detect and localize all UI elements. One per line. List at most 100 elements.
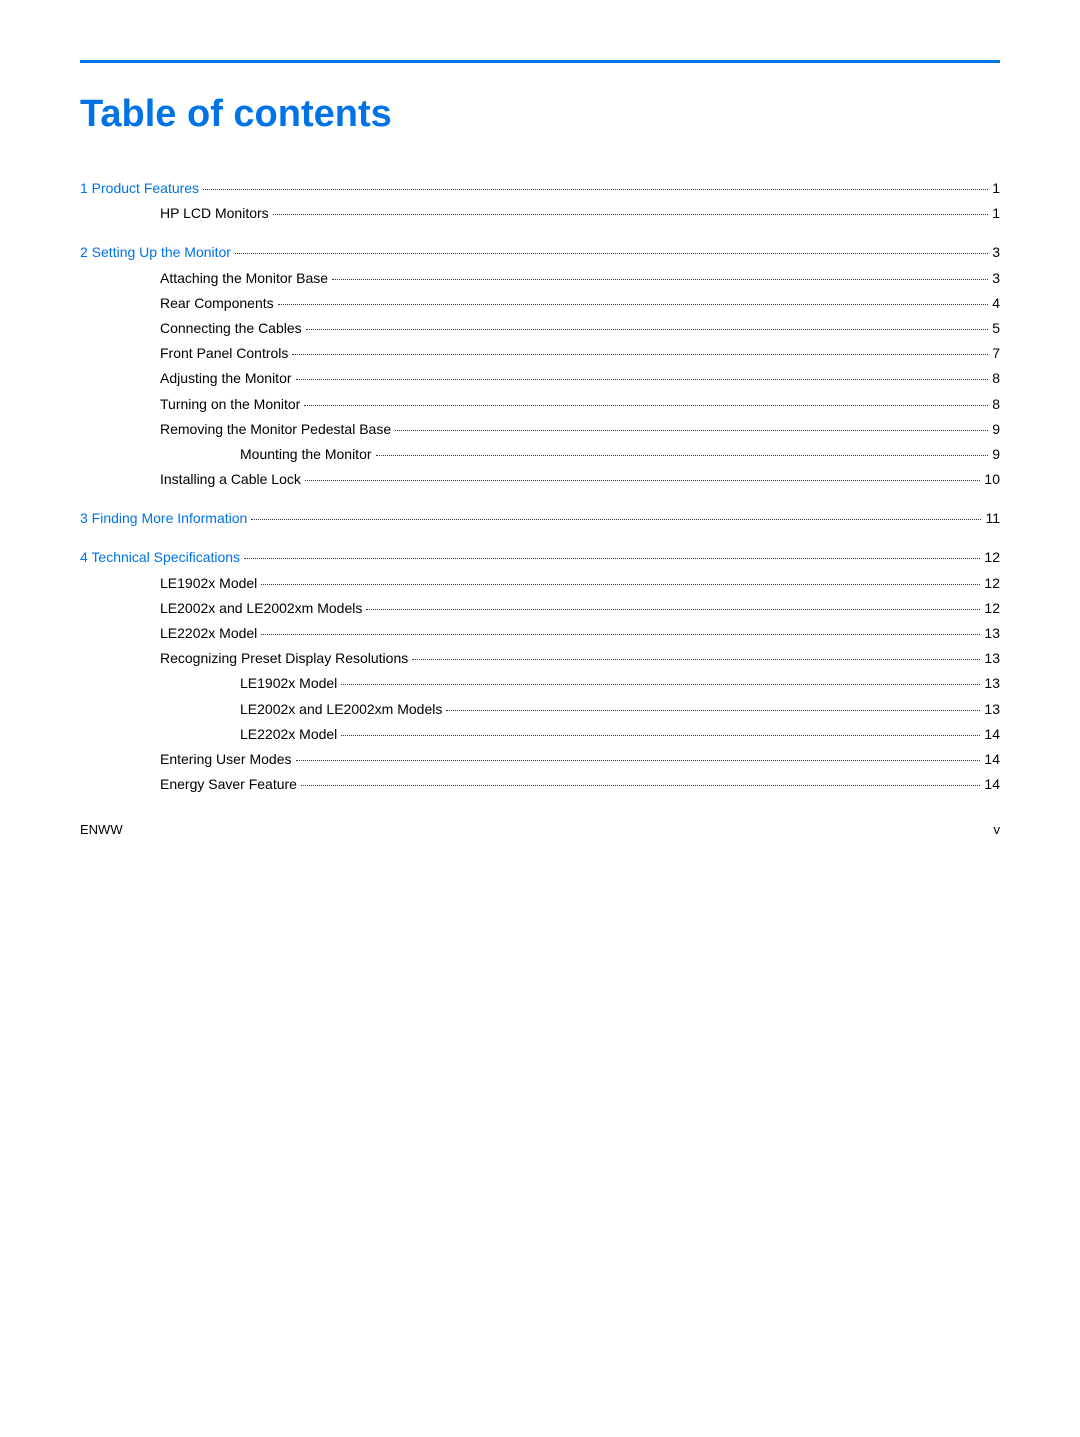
page: Table of contents 1 Product Features1HP … (0, 0, 1080, 877)
toc-page-number: 9 (992, 442, 1000, 467)
toc-dots (296, 379, 989, 380)
toc-page-number: 12 (984, 571, 1000, 596)
toc-page-number: 5 (992, 316, 1000, 341)
toc-page-number: 3 (992, 240, 1000, 265)
toc-dots (305, 480, 981, 481)
toc-label: Turning on the Monitor (160, 392, 300, 417)
toc-entry[interactable]: LE1902x Model 12 (80, 571, 1000, 596)
toc-page-number: 8 (992, 366, 1000, 391)
toc-entry[interactable]: 1 Product Features 1 (80, 176, 1000, 201)
toc-entry[interactable]: LE2002x and LE2002xm Models 12 (80, 596, 1000, 621)
toc-spacer (80, 492, 1000, 506)
footer-left: ENWW (80, 822, 123, 837)
toc-page-number: 3 (992, 266, 1000, 291)
toc-entry[interactable]: 4 Technical Specifications 12 (80, 545, 1000, 570)
toc-label: Removing the Monitor Pedestal Base (160, 417, 391, 442)
toc-dots (292, 354, 988, 355)
toc-label: Recognizing Preset Display Resolutions (160, 646, 408, 671)
toc-label: 4 Technical Specifications (80, 545, 240, 570)
toc-entry[interactable]: LE2202x Model 13 (80, 621, 1000, 646)
toc-dots (203, 189, 988, 190)
toc-dots (273, 214, 989, 215)
toc-label: LE2002x and LE2002xm Models (160, 596, 362, 621)
toc-entry[interactable]: LE2202x Model 14 (80, 722, 1000, 747)
toc-entry[interactable]: Removing the Monitor Pedestal Base 9 (80, 417, 1000, 442)
toc-label: LE2202x Model (160, 621, 257, 646)
toc-page-number: 4 (992, 291, 1000, 316)
toc-entry[interactable]: LE2002x and LE2002xm Models 13 (80, 697, 1000, 722)
toc-container: 1 Product Features 1 HP LCD Monitors 1 2 Set… (80, 176, 1000, 797)
toc-dots (278, 304, 989, 305)
toc-page-number: 12 (984, 545, 1000, 570)
toc-dots (366, 609, 980, 610)
toc-label: Entering User Modes (160, 747, 292, 772)
toc-page-number: 14 (984, 747, 1000, 772)
toc-entry[interactable]: Entering User Modes 14 (80, 747, 1000, 772)
toc-dots (341, 735, 980, 736)
toc-dots (332, 279, 988, 280)
footer-right: v (994, 822, 1001, 837)
toc-page-number: 10 (984, 467, 1000, 492)
toc-dots (304, 405, 988, 406)
toc-dots (301, 785, 980, 786)
toc-label: Adjusting the Monitor (160, 366, 292, 391)
toc-label: 2 Setting Up the Monitor (80, 240, 231, 265)
footer: ENWW v (80, 822, 1000, 837)
toc-entry[interactable]: HP LCD Monitors 1 (80, 201, 1000, 226)
toc-dots (261, 584, 980, 585)
toc-page-number: 13 (984, 621, 1000, 646)
toc-spacer (80, 531, 1000, 545)
toc-entry[interactable]: Turning on the Monitor 8 (80, 392, 1000, 417)
toc-page-number: 7 (992, 341, 1000, 366)
toc-label: LE1902x Model (240, 671, 337, 696)
toc-page-number: 12 (984, 596, 1000, 621)
toc-label: Installing a Cable Lock (160, 467, 301, 492)
toc-dots (261, 634, 980, 635)
toc-page-number: 8 (992, 392, 1000, 417)
toc-page-number: 14 (984, 772, 1000, 797)
toc-entry[interactable]: LE1902x Model 13 (80, 671, 1000, 696)
toc-label: 1 Product Features (80, 176, 199, 201)
toc-label: Connecting the Cables (160, 316, 302, 341)
toc-entry[interactable]: Connecting the Cables 5 (80, 316, 1000, 341)
toc-entry[interactable]: 3 Finding More Information 11 (80, 506, 1000, 531)
toc-entry[interactable]: Energy Saver Feature 14 (80, 772, 1000, 797)
toc-spacer (80, 226, 1000, 240)
toc-label: Attaching the Monitor Base (160, 266, 328, 291)
toc-page-number: 9 (992, 417, 1000, 442)
toc-page-number: 11 (985, 506, 1000, 531)
toc-dots (395, 430, 988, 431)
toc-entry[interactable]: Adjusting the Monitor 8 (80, 366, 1000, 391)
toc-dots (235, 253, 988, 254)
toc-dots (412, 659, 980, 660)
toc-label: Mounting the Monitor (240, 442, 372, 467)
toc-dots (251, 519, 981, 520)
toc-entry[interactable]: Installing a Cable Lock 10 (80, 467, 1000, 492)
toc-page-number: 13 (984, 646, 1000, 671)
toc-page-number: 1 (992, 201, 1000, 226)
toc-page-number: 13 (984, 697, 1000, 722)
page-title: Table of contents (80, 93, 1000, 136)
toc-dots (446, 710, 980, 711)
toc-label: LE2202x Model (240, 722, 337, 747)
toc-label: Rear Components (160, 291, 274, 316)
top-rule (80, 60, 1000, 63)
toc-label: 3 Finding More Information (80, 506, 247, 531)
toc-page-number: 14 (984, 722, 1000, 747)
toc-label: Front Panel Controls (160, 341, 288, 366)
toc-dots (376, 455, 989, 456)
toc-entry[interactable]: 2 Setting Up the Monitor 3 (80, 240, 1000, 265)
toc-label: HP LCD Monitors (160, 201, 269, 226)
toc-page-number: 13 (984, 671, 1000, 696)
toc-entry[interactable]: Rear Components 4 (80, 291, 1000, 316)
toc-label: Energy Saver Feature (160, 772, 297, 797)
toc-entry[interactable]: Recognizing Preset Display Resolutions 13 (80, 646, 1000, 671)
toc-label: LE1902x Model (160, 571, 257, 596)
toc-page-number: 1 (992, 176, 1000, 201)
toc-entry[interactable]: Front Panel Controls 7 (80, 341, 1000, 366)
toc-entry[interactable]: Mounting the Monitor 9 (80, 442, 1000, 467)
toc-dots (306, 329, 989, 330)
toc-entry[interactable]: Attaching the Monitor Base 3 (80, 266, 1000, 291)
toc-label: LE2002x and LE2002xm Models (240, 697, 442, 722)
toc-dots (296, 760, 981, 761)
